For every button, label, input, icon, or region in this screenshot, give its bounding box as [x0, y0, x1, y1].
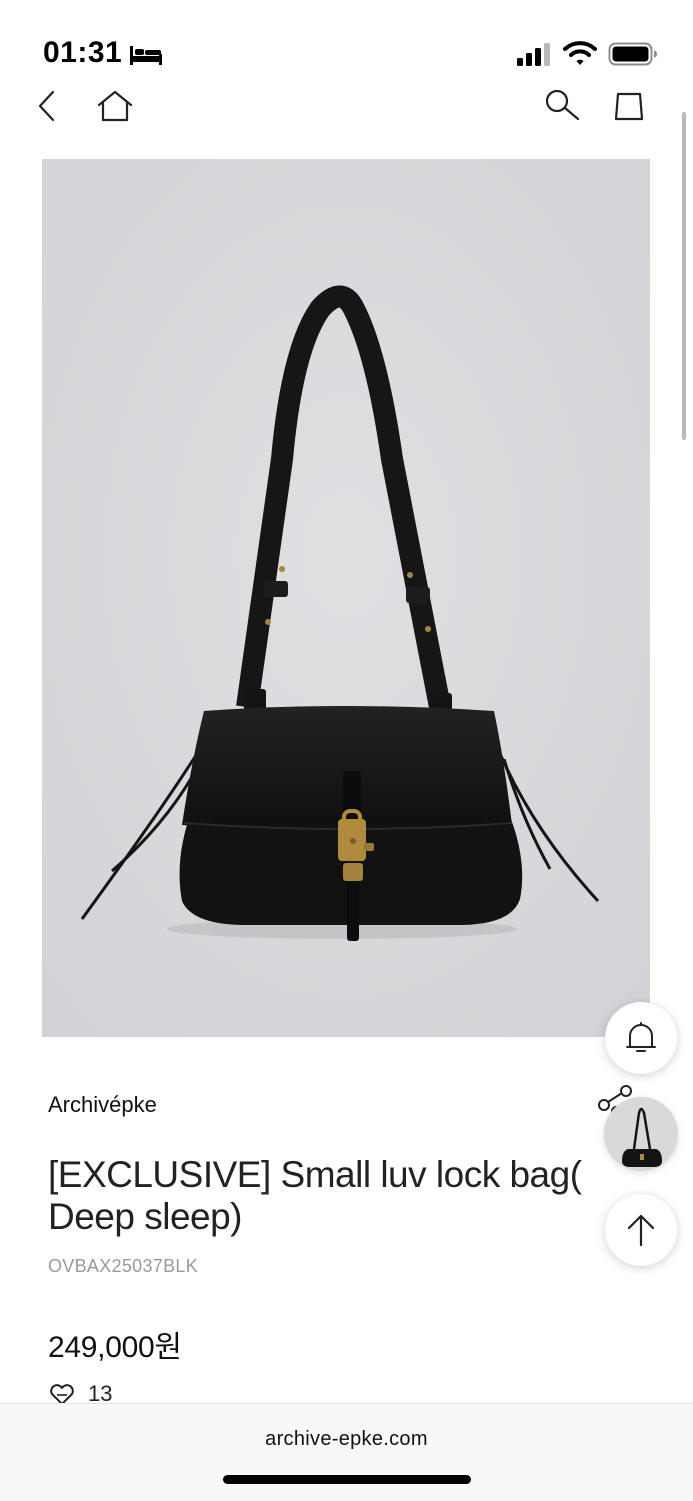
home-icon — [97, 90, 133, 122]
restock-alert-button[interactable] — [605, 1002, 677, 1074]
url-text[interactable]: archive-epke.com — [0, 1428, 693, 1451]
browser-url-bar[interactable] — [0, 1403, 693, 1501]
wifi-icon — [563, 41, 597, 65]
cellular-signal-icon — [517, 43, 550, 66]
cart-button[interactable] — [604, 81, 654, 131]
status-time: 01:31 — [43, 36, 123, 69]
search-button[interactable] — [536, 80, 586, 130]
bed-icon — [130, 46, 162, 65]
search-icon — [545, 89, 580, 121]
home-indicator[interactable] — [223, 1475, 471, 1484]
shopping-bag-icon — [614, 92, 644, 121]
scroll-indicator[interactable] — [682, 112, 686, 440]
bell-icon — [626, 1022, 656, 1052]
home-button[interactable] — [90, 81, 140, 131]
battery-icon — [608, 42, 657, 66]
chevron-left-icon — [38, 90, 55, 122]
product-image[interactable] — [42, 159, 650, 1037]
product-price: 249,000원 — [48, 1331, 182, 1364]
bag-photo — [42, 159, 650, 1037]
back-button[interactable] — [22, 81, 72, 131]
product-sku: OVBAX25037BLK — [48, 1256, 199, 1276]
brand-name[interactable]: Archivépke — [48, 1092, 157, 1118]
product-title: [EXCLUSIVE] Small luv lock bag( Deep sle… — [48, 1154, 582, 1237]
